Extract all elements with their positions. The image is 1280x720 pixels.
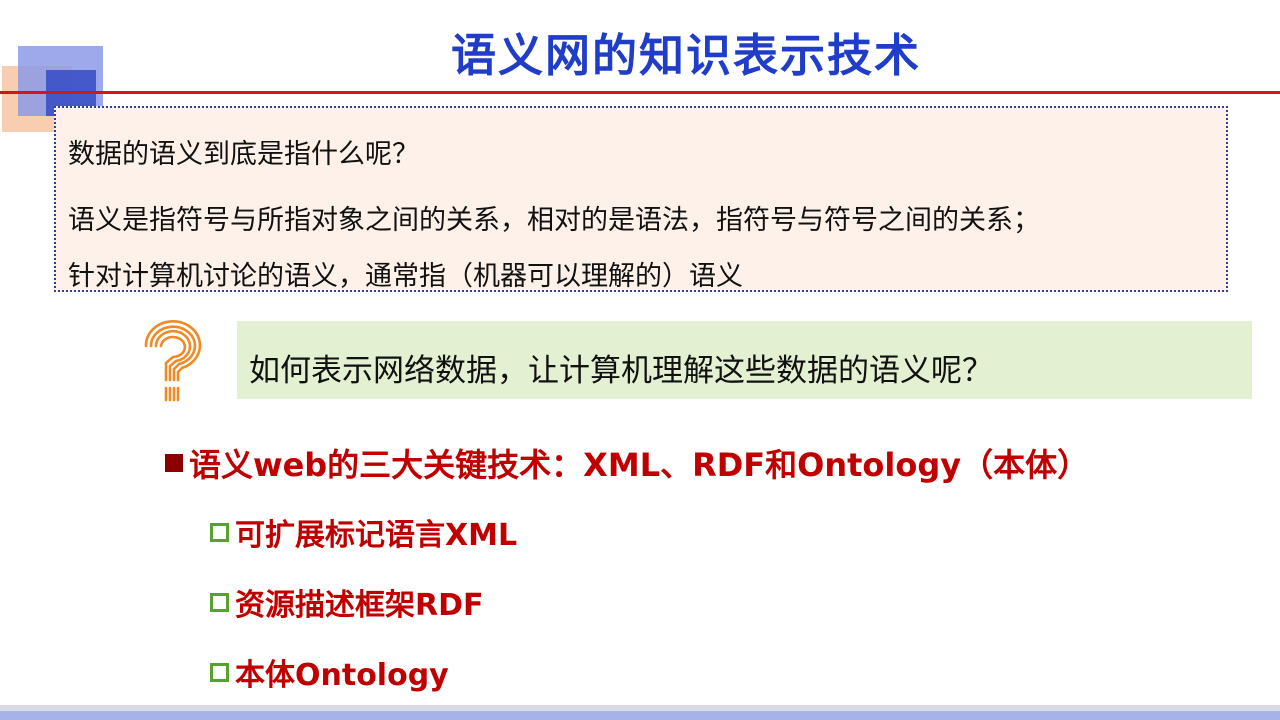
sub-bullet-text: 资源描述框架RDF: [235, 588, 484, 623]
question-callout-text: 如何表示网络数据，让计算机理解这些数据的语义呢？: [249, 353, 993, 389]
sub-bullet: 可扩展标记语言XML: [210, 510, 517, 554]
footer-bar: [0, 711, 1280, 720]
hollow-square-bullet-icon: [210, 522, 229, 542]
hollow-square-bullet-icon: [210, 662, 229, 682]
sub-bullet: 本体Ontology: [210, 650, 449, 694]
sub-bullet-text: 可扩展标记语言XML: [235, 518, 518, 553]
definition-answer-line-1: 语义是指符号与所指对象之间的关系，相对的是语法，指符号与符号之间的关系；: [68, 205, 1040, 236]
question-callout: 如何表示网络数据，让计算机理解这些数据的语义呢？: [237, 321, 1252, 399]
hollow-square-bullet-icon: [210, 592, 229, 612]
definition-box: 数据的语义到底是指什么呢？ 语义是指符号与所指对象之间的关系，相对的是语法，指符…: [54, 106, 1228, 292]
square-bullet-icon: [165, 454, 183, 472]
main-bullet: 语义web的三大关键技术：XML、RDF和Ontology（本体）: [165, 440, 1089, 486]
title-divider: [0, 91, 1280, 94]
question-mark-icon: [144, 320, 202, 402]
sub-bullet-text: 本体Ontology: [235, 658, 449, 693]
slide-title: 语义网的知识表示技术: [450, 29, 921, 82]
definition-question: 数据的语义到底是指什么呢？: [68, 139, 419, 170]
main-bullet-text: 语义web的三大关键技术：XML、RDF和Ontology（本体）: [189, 446, 1090, 484]
sub-bullet: 资源描述框架RDF: [210, 580, 484, 624]
definition-answer-line-2: 针对计算机讨论的语义，通常指（机器可以理解的）语义: [68, 261, 743, 292]
